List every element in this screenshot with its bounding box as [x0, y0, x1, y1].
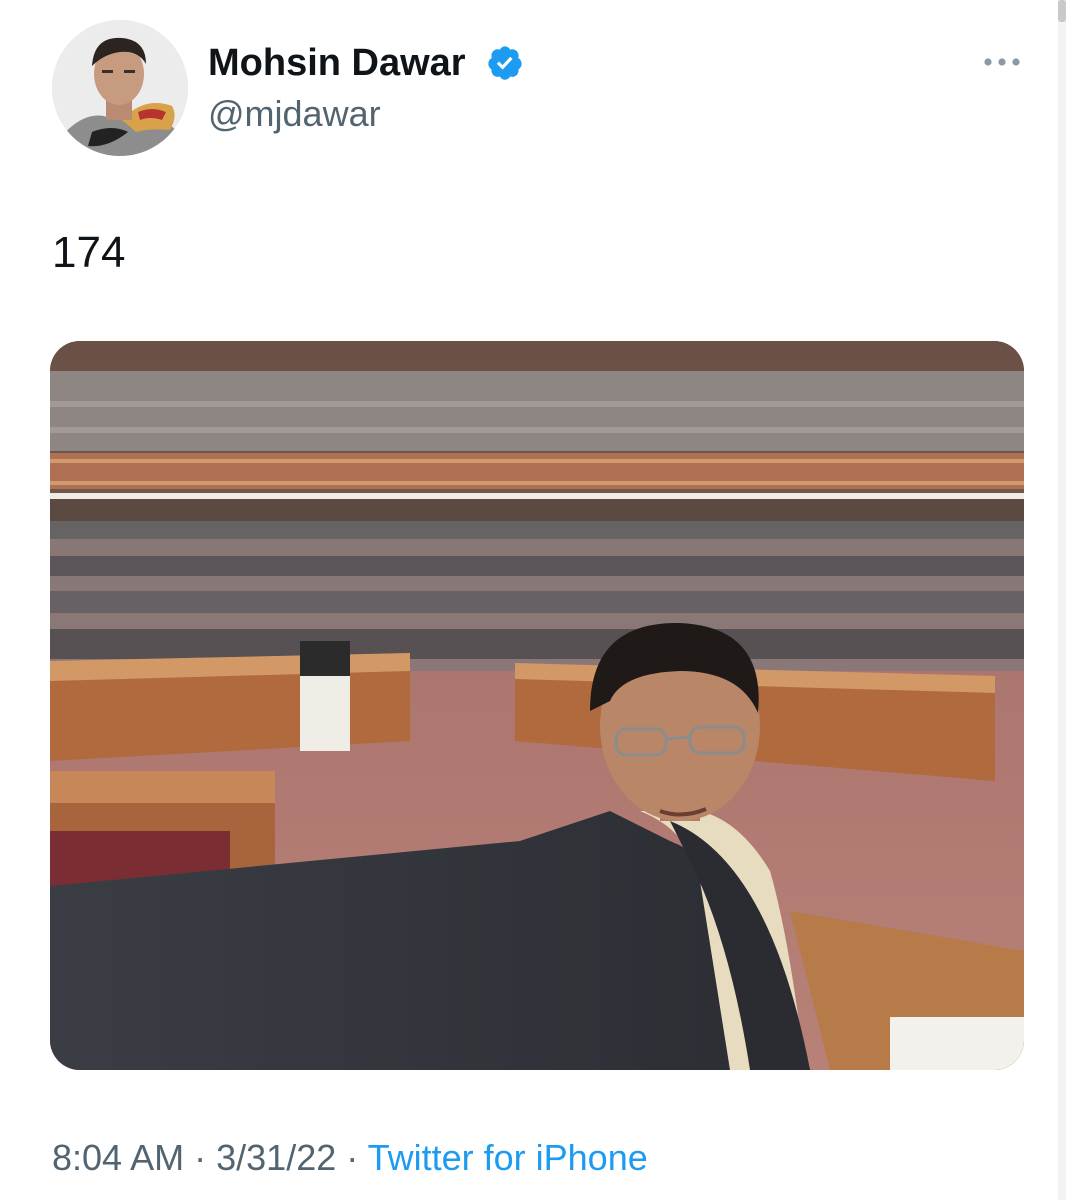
more-options-icon[interactable] — [982, 54, 1022, 70]
scrollbar-thumb[interactable] — [1058, 0, 1066, 22]
tweet-text: 174 — [52, 228, 126, 277]
meta-separator: · — [194, 1137, 207, 1178]
avatar[interactable] — [52, 20, 188, 156]
author-display-name[interactable]: Mohsin Dawar — [208, 40, 466, 86]
tweet-source-link[interactable]: Twitter for iPhone — [368, 1137, 648, 1178]
tweet-time[interactable]: 8:04 AM — [52, 1137, 184, 1178]
meta-separator-2: · — [346, 1137, 359, 1178]
scrollbar-track[interactable] — [1058, 0, 1066, 1200]
assembly-selfie-photo — [50, 341, 1024, 1070]
tweet-date[interactable]: 3/31/22 — [216, 1137, 336, 1178]
author-handle[interactable]: @mjdawar — [208, 92, 381, 136]
tweet-photo[interactable] — [50, 341, 1024, 1070]
tweet-metadata: 8:04 AM · 3/31/22 · Twitter for iPhone — [52, 1136, 648, 1180]
avatar-photo — [52, 20, 188, 156]
verified-badge-icon — [488, 46, 522, 80]
